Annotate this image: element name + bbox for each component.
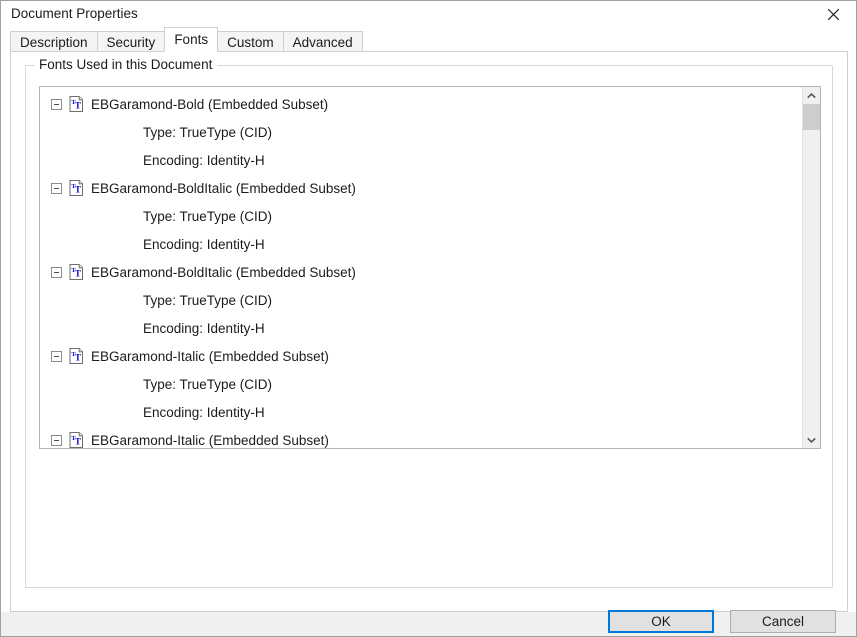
- font-name-label: EBGaramond-Bold (Embedded Subset): [91, 96, 329, 112]
- tree-item-font-encoding: Encoding: Identity-H: [40, 230, 802, 258]
- chevron-down-icon: [807, 437, 816, 443]
- tab-description[interactable]: Description: [10, 31, 98, 52]
- font-type-label: Type: TrueType (CID): [143, 208, 273, 224]
- font-file-icon: T T: [62, 96, 84, 112]
- scroll-down-button[interactable]: [803, 431, 820, 448]
- fonts-group-label: Fonts Used in this Document: [35, 57, 218, 72]
- collapse-toggle-icon[interactable]: [51, 350, 62, 362]
- cancel-button[interactable]: Cancel: [730, 610, 836, 633]
- tree-item-font-encoding: Encoding: Identity-H: [40, 314, 802, 342]
- font-file-icon: T T: [62, 348, 84, 364]
- tree-item-font-encoding: Encoding: Identity-H: [40, 398, 802, 426]
- font-name-label: EBGaramond-Italic (Embedded Subset): [91, 348, 329, 364]
- font-encoding-label: Encoding: Identity-H: [143, 236, 265, 252]
- tree-item-font-type: Type: TrueType (CID): [40, 118, 802, 146]
- svg-text:T: T: [75, 437, 82, 448]
- fonts-list-scrollbar[interactable]: [802, 87, 820, 448]
- fonts-list[interactable]: T T EBGaramond-Bold (Embedded Subset) Ty…: [39, 86, 821, 449]
- tree-item-font-encoding: Encoding: Identity-H: [40, 146, 802, 174]
- tab-custom[interactable]: Custom: [217, 31, 284, 52]
- collapse-toggle-icon[interactable]: [51, 434, 62, 446]
- font-name-label: EBGaramond-Italic (Embedded Subset): [91, 432, 329, 448]
- font-type-label: Type: TrueType (CID): [143, 292, 273, 308]
- collapse-toggle-icon[interactable]: [51, 98, 62, 110]
- font-encoding-label: Encoding: Identity-H: [143, 320, 265, 336]
- tab-security[interactable]: Security: [96, 31, 166, 52]
- tree-item-font[interactable]: T T EBGaramond-BoldItalic (Embedded Subs…: [40, 174, 802, 202]
- fonts-group-box: Fonts Used in this Document T T EBGaramo…: [25, 57, 833, 588]
- ok-button[interactable]: OK: [608, 610, 714, 633]
- svg-text:T: T: [75, 269, 82, 280]
- font-type-label: Type: TrueType (CID): [143, 376, 273, 392]
- title-bar: Document Properties: [1, 1, 856, 27]
- font-encoding-label: Encoding: Identity-H: [143, 152, 265, 168]
- tree-item-font[interactable]: T T EBGaramond-Italic (Embedded Subset): [40, 426, 802, 448]
- svg-text:T: T: [75, 185, 82, 196]
- font-file-icon: T T: [62, 180, 84, 196]
- tree-item-font[interactable]: T T EBGaramond-Italic (Embedded Subset): [40, 342, 802, 370]
- tab-fonts[interactable]: Fonts: [164, 27, 219, 52]
- tab-strip: Description Security Fonts Custom Advanc…: [1, 27, 856, 52]
- window-title: Document Properties: [11, 6, 138, 21]
- collapse-toggle-icon[interactable]: [51, 182, 62, 194]
- fonts-list-viewport: T T EBGaramond-Bold (Embedded Subset) Ty…: [40, 87, 802, 448]
- tree-item-font-type: Type: TrueType (CID): [40, 286, 802, 314]
- svg-text:T: T: [75, 353, 82, 364]
- fonts-tree: T T EBGaramond-Bold (Embedded Subset) Ty…: [40, 87, 802, 448]
- tree-item-font[interactable]: T T EBGaramond-BoldItalic (Embedded Subs…: [40, 258, 802, 286]
- font-file-icon: T T: [62, 264, 84, 280]
- svg-text:T: T: [75, 101, 82, 112]
- font-encoding-label: Encoding: Identity-H: [143, 404, 265, 420]
- scroll-up-button[interactable]: [803, 87, 820, 104]
- close-icon: [826, 7, 841, 22]
- font-type-label: Type: TrueType (CID): [143, 124, 273, 140]
- document-properties-dialog: Document Properties Description Security…: [0, 0, 857, 637]
- tree-item-font[interactable]: T T EBGaramond-Bold (Embedded Subset): [40, 90, 802, 118]
- collapse-toggle-icon[interactable]: [51, 266, 62, 278]
- font-name-label: EBGaramond-BoldItalic (Embedded Subset): [91, 264, 356, 280]
- close-button[interactable]: [810, 1, 856, 27]
- dialog-footer: [1, 612, 856, 636]
- font-name-label: EBGaramond-BoldItalic (Embedded Subset): [91, 180, 356, 196]
- tree-item-font-type: Type: TrueType (CID): [40, 370, 802, 398]
- fonts-tab-panel: Fonts Used in this Document T T EBGaramo…: [10, 51, 848, 612]
- scrollbar-thumb[interactable]: [803, 104, 820, 130]
- tree-item-font-type: Type: TrueType (CID): [40, 202, 802, 230]
- font-file-icon: T T: [62, 432, 84, 448]
- chevron-up-icon: [807, 92, 816, 99]
- tab-list: Description Security Fonts Custom Advanc…: [10, 27, 363, 52]
- tab-advanced[interactable]: Advanced: [282, 31, 363, 52]
